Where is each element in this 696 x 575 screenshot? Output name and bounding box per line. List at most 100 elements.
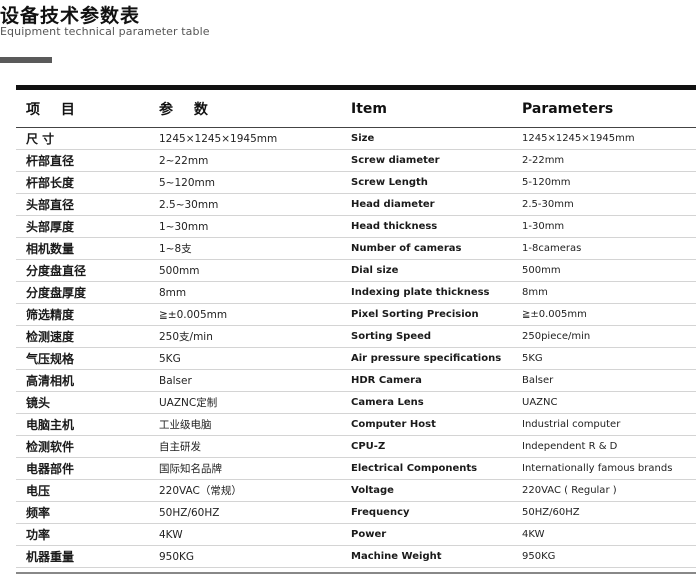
- table-row: 分度盘直径 500mm Dial size 500mm: [16, 259, 696, 282]
- row-parameter-en: 1-8cameras: [522, 237, 696, 260]
- page-subtitle: Equipment technical parameter table: [0, 25, 210, 38]
- row-parameter-cn: UAZNC定制: [159, 391, 351, 414]
- page-title: 设备技术参数表: [0, 5, 141, 27]
- row-item-cn: 杆部长度: [16, 171, 159, 194]
- table-bottom-rule: [16, 572, 696, 574]
- row-parameter-cn: 2~22mm: [159, 149, 351, 172]
- row-parameter-cn: ≧±0.005mm: [159, 303, 351, 326]
- row-item-en: Power: [351, 523, 522, 546]
- row-item-en: Air pressure specifications: [351, 347, 522, 370]
- row-item-cn: 检测软件: [16, 435, 159, 458]
- row-parameter-en: Industrial computer: [522, 413, 696, 436]
- table-row: 机器重量 950KG Machine Weight 950KG: [16, 545, 696, 568]
- row-item-cn: 电器部件: [16, 457, 159, 480]
- row-parameter-cn: 220VAC（常规）: [159, 479, 351, 502]
- row-item-cn: 头部厚度: [16, 215, 159, 238]
- row-parameter-en: 1245×1245×1945mm: [522, 127, 696, 150]
- row-parameter-cn: 4KW: [159, 523, 351, 546]
- column-header-item-cn: 项 目: [16, 90, 159, 128]
- row-parameter-en: 2-22mm: [522, 149, 696, 172]
- row-parameter-en: 50HZ/60HZ: [522, 501, 696, 524]
- row-parameter-en: 5KG: [522, 347, 696, 370]
- row-parameter-cn: 1245×1245×1945mm: [159, 127, 351, 150]
- column-header-parameter-en: Parameters: [522, 90, 696, 128]
- row-item-en: Number of cameras: [351, 237, 522, 260]
- row-item-en: Screw Length: [351, 171, 522, 194]
- title-accent-bar: [0, 57, 52, 63]
- row-item-en: Indexing plate thickness: [351, 281, 522, 304]
- row-parameter-cn: 自主研发: [159, 435, 351, 458]
- row-item-cn: 机器重量: [16, 545, 159, 568]
- row-item-en: Frequency: [351, 501, 522, 524]
- row-parameter-en: 5-120mm: [522, 171, 696, 194]
- row-item-en: Screw diameter: [351, 149, 522, 172]
- row-item-cn: 杆部直径: [16, 149, 159, 172]
- row-parameter-en: 250piece/min: [522, 325, 696, 348]
- row-item-en: Size: [351, 127, 522, 150]
- row-item-cn: 镜头: [16, 391, 159, 414]
- row-parameter-en: Internationally famous brands: [522, 457, 696, 480]
- table-row: 筛选精度 ≧±0.005mm Pixel Sorting Precision ≧±0.…: [16, 303, 696, 326]
- row-parameter-en: 220VAC ( Regular ): [522, 479, 696, 502]
- table-header-row: 项 目 参 数 Item Parameters: [16, 90, 696, 128]
- table-row: 杆部直径 2~22mm Screw diameter 2-22mm: [16, 149, 696, 172]
- row-parameter-cn: Balser: [159, 369, 351, 392]
- row-item-en: Voltage: [351, 479, 522, 502]
- table-row: 头部直径 2.5~30mm Head diameter 2.5-30mm: [16, 193, 696, 216]
- row-parameter-cn: 5~120mm: [159, 171, 351, 194]
- row-parameter-cn: 50HZ/60HZ: [159, 501, 351, 524]
- row-parameter-cn: 1~8支: [159, 237, 351, 260]
- row-parameter-cn: 国际知名品牌: [159, 457, 351, 480]
- row-item-en: Electrical Components: [351, 457, 522, 480]
- row-item-cn: 分度盘厚度: [16, 281, 159, 304]
- parameter-table: 项 目 参 数 Item Parameters 尺 寸 1245×1245×194…: [16, 90, 696, 568]
- row-parameter-cn: 950KG: [159, 545, 351, 568]
- row-item-en: Head diameter: [351, 193, 522, 216]
- row-parameter-cn: 1~30mm: [159, 215, 351, 238]
- table-row: 气压规格 5KG Air pressure specifications 5KG: [16, 347, 696, 370]
- row-item-en: CPU-Z: [351, 435, 522, 458]
- row-item-cn: 电脑主机: [16, 413, 159, 436]
- row-item-en: Sorting Speed: [351, 325, 522, 348]
- table-row: 相机数量 1~8支 Number of cameras 1-8cameras: [16, 237, 696, 260]
- row-item-cn: 电压: [16, 479, 159, 502]
- row-parameter-en: Balser: [522, 369, 696, 392]
- row-parameter-en: 1-30mm: [522, 215, 696, 238]
- row-item-en: Camera Lens: [351, 391, 522, 414]
- row-item-en: Head thickness: [351, 215, 522, 238]
- table-row: 电脑主机 工业级电脑 Computer Host Industrial compute…: [16, 413, 696, 436]
- table-row: 镜头 UAZNC定制 Camera Lens UAZNC: [16, 391, 696, 414]
- row-parameter-cn: 8mm: [159, 281, 351, 304]
- row-parameter-en: 500mm: [522, 259, 696, 282]
- table-body: 尺 寸 1245×1245×1945mm Size 1245×1245×1945mm 杆…: [16, 127, 696, 568]
- table-row: 功率 4KW Power 4KW: [16, 523, 696, 546]
- row-item-cn: 尺 寸: [16, 127, 159, 150]
- column-header-item-en: Item: [351, 90, 522, 128]
- row-parameter-en: 950KG: [522, 545, 696, 568]
- row-item-en: Computer Host: [351, 413, 522, 436]
- table-row: 分度盘厚度 8mm Indexing plate thickness 8mm: [16, 281, 696, 304]
- row-item-cn: 头部直径: [16, 193, 159, 216]
- row-parameter-cn: 500mm: [159, 259, 351, 282]
- table-row: 电压 220VAC（常规） Voltage 220VAC ( Regular ): [16, 479, 696, 502]
- row-item-en: Machine Weight: [351, 545, 522, 568]
- row-item-cn: 分度盘直径: [16, 259, 159, 282]
- row-parameter-en: ≧±0.005mm: [522, 303, 696, 326]
- row-item-en: Pixel Sorting Precision: [351, 303, 522, 326]
- row-item-cn: 相机数量: [16, 237, 159, 260]
- row-parameter-cn: 250支/min: [159, 325, 351, 348]
- row-item-cn: 频率: [16, 501, 159, 524]
- row-parameter-en: UAZNC: [522, 391, 696, 414]
- table-row: 头部厚度 1~30mm Head thickness 1-30mm: [16, 215, 696, 238]
- row-item-cn: 气压规格: [16, 347, 159, 370]
- row-parameter-cn: 5KG: [159, 347, 351, 370]
- row-item-cn: 高清相机: [16, 369, 159, 392]
- row-parameter-cn: 工业级电脑: [159, 413, 351, 436]
- row-parameter-en: Independent R & D: [522, 435, 696, 458]
- table-row: 杆部长度 5~120mm Screw Length 5-120mm: [16, 171, 696, 194]
- row-item-cn: 筛选精度: [16, 303, 159, 326]
- row-parameter-en: 2.5-30mm: [522, 193, 696, 216]
- row-parameter-en: 8mm: [522, 281, 696, 304]
- table-row: 高清相机 Balser HDR Camera Balser: [16, 369, 696, 392]
- table-row: 检测速度 250支/min Sorting Speed 250piece/min: [16, 325, 696, 348]
